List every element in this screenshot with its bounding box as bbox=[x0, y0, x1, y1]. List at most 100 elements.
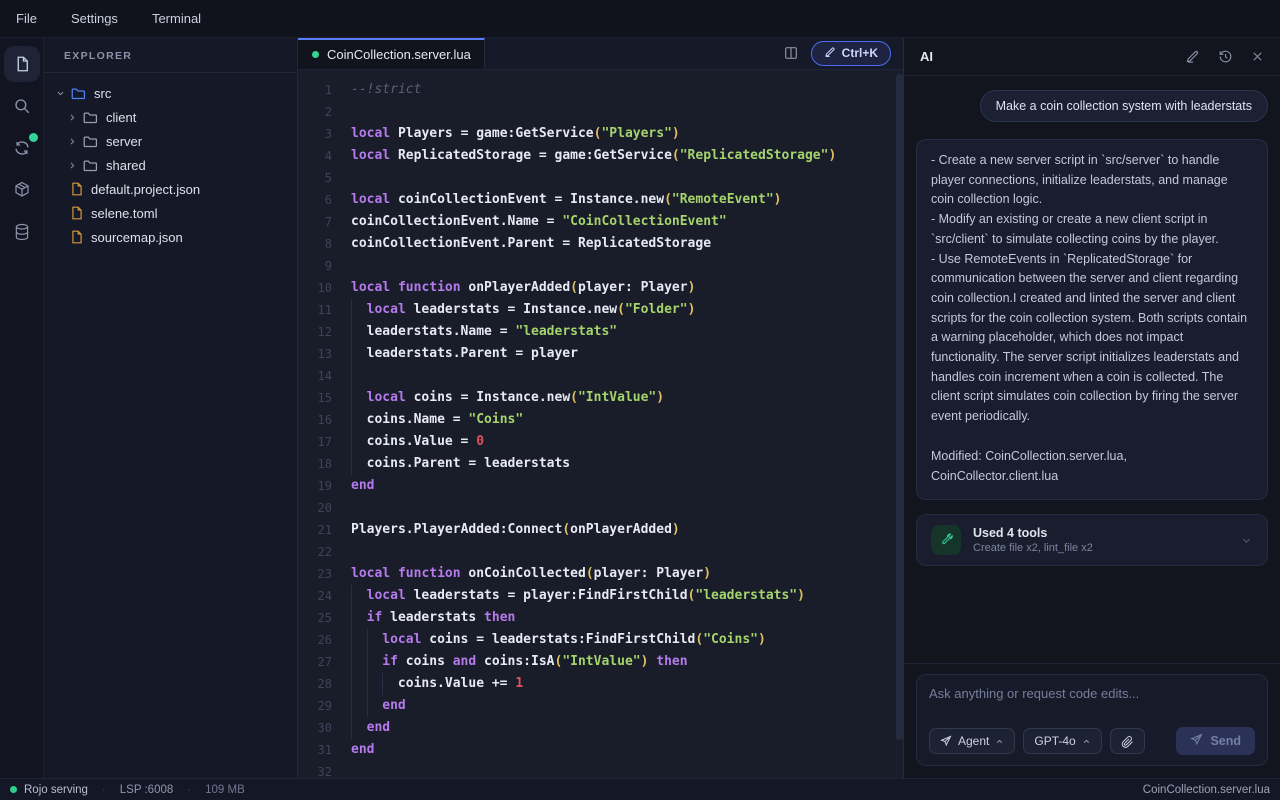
activity-search-button[interactable] bbox=[4, 88, 40, 124]
code-line-26[interactable]: 26local coins = leaderstats:FindFirstChi… bbox=[298, 629, 903, 651]
indent-guide bbox=[351, 431, 367, 453]
menu-settings[interactable]: Settings bbox=[71, 11, 118, 26]
code-line-4[interactable]: 4local ReplicatedStorage = game:GetServi… bbox=[298, 145, 903, 167]
tools-card-subtitle: Create file x2, lint_file x2 bbox=[973, 542, 1093, 554]
database-icon bbox=[13, 223, 31, 241]
line-number: 18 bbox=[298, 453, 332, 475]
assistant-paragraphs: - Create a new server script in `src/ser… bbox=[931, 151, 1253, 427]
indent-guide bbox=[351, 585, 367, 607]
indent-guide bbox=[351, 651, 367, 673]
code-line-7[interactable]: 7coinCollectionEvent.Name = "CoinCollect… bbox=[298, 211, 903, 233]
editor-scrollbar[interactable] bbox=[896, 70, 903, 778]
code-line-12[interactable]: 12leaderstats.Name = "leaderstats" bbox=[298, 321, 903, 343]
code-line-11[interactable]: 11local leaderstats = Instance.new("Fold… bbox=[298, 299, 903, 321]
tab-coincollection-server-lua[interactable]: CoinCollection.server.lua bbox=[298, 38, 485, 69]
tree-item-server[interactable]: server bbox=[44, 129, 297, 153]
ctrl-k-button[interactable]: Ctrl+K bbox=[811, 41, 891, 66]
code-editor[interactable]: 1--!strict23local Players = game:GetServ… bbox=[298, 70, 903, 778]
menu-bar: File Settings Terminal bbox=[0, 0, 1280, 38]
model-dropdown[interactable]: GPT-4o bbox=[1023, 728, 1101, 754]
code-line-10[interactable]: 10local function onPlayerAdded(player: P… bbox=[298, 277, 903, 299]
line-number: 24 bbox=[298, 585, 332, 607]
history-icon[interactable] bbox=[1218, 49, 1233, 64]
indent-guide bbox=[367, 695, 383, 717]
code-line-28[interactable]: 28coins.Value += 1 bbox=[298, 673, 903, 695]
activity-package-button[interactable] bbox=[4, 172, 40, 208]
tree-item-default-project-json[interactable]: default.project.json bbox=[44, 177, 297, 201]
attach-file-button[interactable] bbox=[1110, 728, 1145, 754]
code-line-25[interactable]: 25if leaderstats then bbox=[298, 607, 903, 629]
tree-item-label: selene.toml bbox=[91, 206, 157, 221]
memory-usage-status: 109 MB bbox=[205, 784, 245, 796]
indent-guide bbox=[351, 343, 367, 365]
send-button[interactable]: Send bbox=[1176, 727, 1255, 755]
tree-item-src[interactable]: src bbox=[44, 81, 297, 105]
code-line-6[interactable]: 6local coinCollectionEvent = Instance.ne… bbox=[298, 189, 903, 211]
explorer-title: EXPLORER bbox=[44, 38, 297, 73]
rojo-serving-status: Rojo serving bbox=[24, 784, 88, 796]
paper-plane-icon bbox=[940, 735, 952, 747]
line-number: 21 bbox=[298, 519, 332, 541]
tree-item-label: shared bbox=[106, 158, 146, 173]
line-number: 12 bbox=[298, 321, 332, 343]
code-line-21[interactable]: 21Players.PlayerAdded:Connect(onPlayerAd… bbox=[298, 519, 903, 541]
code-line-9[interactable]: 9 bbox=[298, 255, 903, 277]
code-line-2[interactable]: 2 bbox=[298, 101, 903, 123]
code-line-32[interactable]: 32 bbox=[298, 761, 903, 778]
chevron-down-icon[interactable] bbox=[1240, 534, 1253, 547]
code-line-3[interactable]: 3local Players = game:GetService("Player… bbox=[298, 123, 903, 145]
close-icon[interactable] bbox=[1251, 50, 1264, 63]
search-icon bbox=[13, 97, 31, 115]
indent-guide bbox=[351, 607, 367, 629]
menu-file[interactable]: File bbox=[16, 11, 37, 26]
activity-files-button[interactable] bbox=[4, 46, 40, 82]
chevron-right-icon bbox=[68, 113, 78, 122]
code-line-5[interactable]: 5 bbox=[298, 167, 903, 189]
file-icon bbox=[71, 206, 83, 220]
code-line-16[interactable]: 16coins.Name = "Coins" bbox=[298, 409, 903, 431]
pencil-icon bbox=[824, 46, 836, 61]
code-line-30[interactable]: 30end bbox=[298, 717, 903, 739]
code-line-19[interactable]: 19end bbox=[298, 475, 903, 497]
code-line-17[interactable]: 17coins.Value = 0 bbox=[298, 431, 903, 453]
code-line-31[interactable]: 31end bbox=[298, 739, 903, 761]
code-line-27[interactable]: 27if coins and coins:IsA("IntValue") the… bbox=[298, 651, 903, 673]
code-line-15[interactable]: 15local coins = Instance.new("IntValue") bbox=[298, 387, 903, 409]
menu-terminal[interactable]: Terminal bbox=[152, 11, 201, 26]
agent-mode-dropdown[interactable]: Agent bbox=[929, 728, 1015, 754]
code-line-1[interactable]: 1--!strict bbox=[298, 79, 903, 101]
code-line-29[interactable]: 29end bbox=[298, 695, 903, 717]
activity-sync-button[interactable] bbox=[4, 130, 40, 166]
line-number: 23 bbox=[298, 563, 332, 585]
new-chat-pencil-icon[interactable] bbox=[1185, 49, 1200, 64]
assistant-paragraph: - Create a new server script in `src/ser… bbox=[931, 151, 1253, 210]
chat-thread: Make a coin collection system with leade… bbox=[904, 76, 1280, 663]
rojo-status-dot bbox=[10, 786, 17, 793]
indent-guide bbox=[351, 387, 367, 409]
line-number: 26 bbox=[298, 629, 332, 651]
code-line-20[interactable]: 20 bbox=[298, 497, 903, 519]
tree-item-shared[interactable]: shared bbox=[44, 153, 297, 177]
tab-label: CoinCollection.server.lua bbox=[327, 47, 471, 62]
split-editor-button[interactable] bbox=[783, 45, 799, 61]
code-line-13[interactable]: 13leaderstats.Parent = player bbox=[298, 343, 903, 365]
code-line-18[interactable]: 18coins.Parent = leaderstats bbox=[298, 453, 903, 475]
code-line-14[interactable]: 14 bbox=[298, 365, 903, 387]
tree-item-selene-toml[interactable]: selene.toml bbox=[44, 201, 297, 225]
line-number: 10 bbox=[298, 277, 332, 299]
chat-input[interactable] bbox=[929, 686, 1255, 718]
scrollbar-thumb[interactable] bbox=[896, 74, 903, 740]
tools-used-card[interactable]: Used 4 tools Create file x2, lint_file x… bbox=[916, 514, 1268, 566]
tools-card-title: Used 4 tools bbox=[973, 526, 1093, 540]
tree-item-client[interactable]: client bbox=[44, 105, 297, 129]
code-line-23[interactable]: 23local function onCoinCollected(player:… bbox=[298, 563, 903, 585]
tree-item-label: sourcemap.json bbox=[91, 230, 183, 245]
tree-item-sourcemap-json[interactable]: sourcemap.json bbox=[44, 225, 297, 249]
activity-database-button[interactable] bbox=[4, 214, 40, 250]
code-line-8[interactable]: 8coinCollectionEvent.Parent = Replicated… bbox=[298, 233, 903, 255]
active-file-status: CoinCollection.server.lua bbox=[1143, 784, 1270, 796]
code-line-24[interactable]: 24local leaderstats = player:FindFirstCh… bbox=[298, 585, 903, 607]
chevron-down-icon bbox=[56, 89, 66, 98]
code-line-22[interactable]: 22 bbox=[298, 541, 903, 563]
indent-guide bbox=[351, 321, 367, 343]
